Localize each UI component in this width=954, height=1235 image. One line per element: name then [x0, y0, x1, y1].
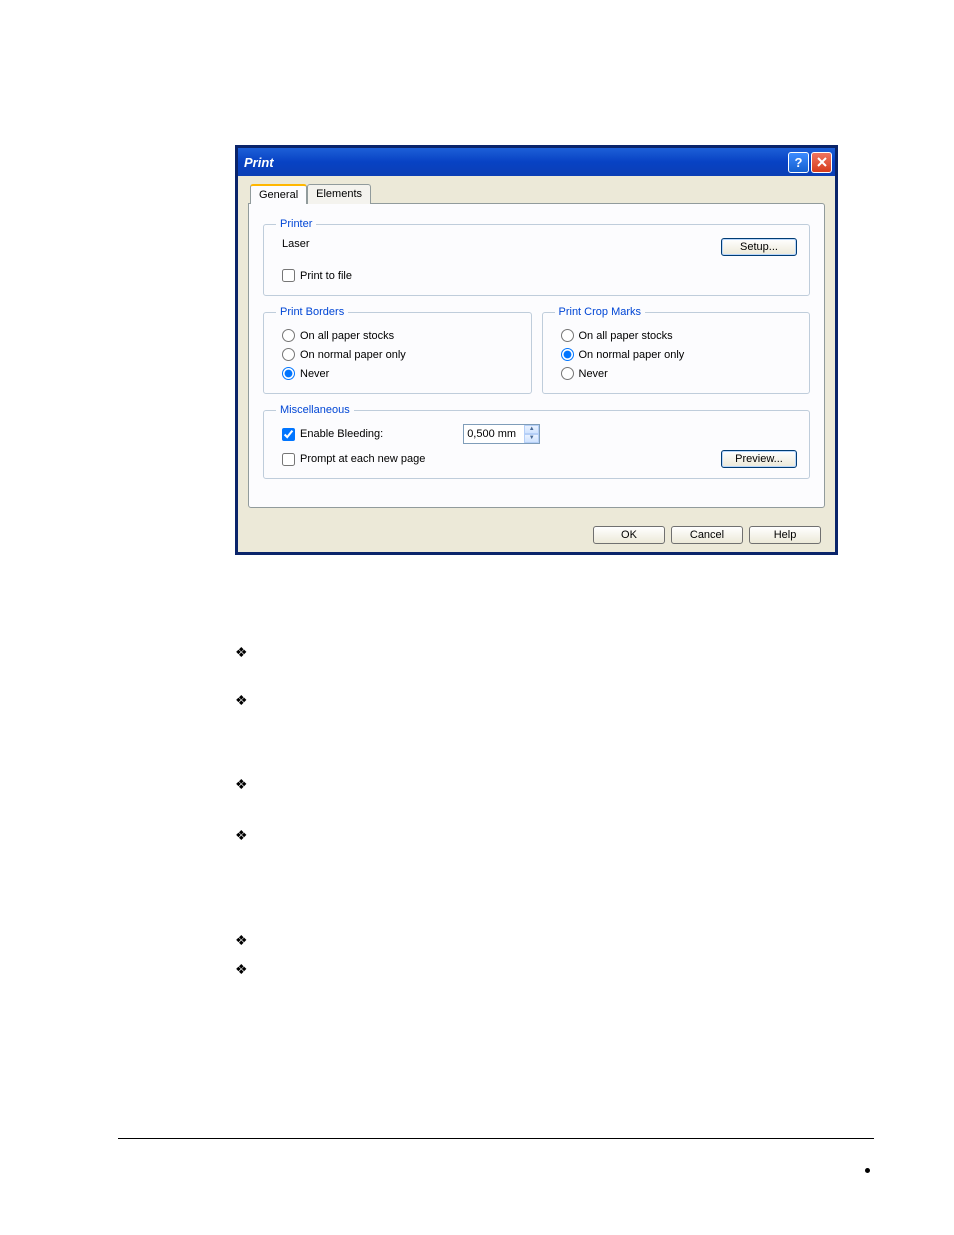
bleed-input[interactable] — [464, 428, 524, 440]
misc-group: Miscellaneous Enable Bleeding: ▲ ▼ — [263, 404, 810, 479]
printer-group: Printer Laser Setup... Print to file — [263, 218, 810, 296]
close-icon — [817, 157, 827, 167]
tab-general[interactable]: General — [250, 184, 307, 204]
bullet-icon: ❖ — [235, 644, 255, 661]
printer-name: Laser — [282, 238, 310, 250]
borders-radio-normal-input[interactable] — [282, 348, 295, 361]
borders-radio-never[interactable]: Never — [276, 364, 519, 383]
tab-panel-general: Printer Laser Setup... Print to file Pri… — [248, 203, 825, 508]
bleed-spinner[interactable]: ▲ ▼ — [463, 424, 540, 444]
enable-bleeding-row[interactable]: Enable Bleeding: — [282, 428, 383, 441]
print-to-file-checkbox[interactable] — [282, 269, 295, 282]
footer-divider — [118, 1138, 874, 1139]
bullet-icon: ❖ — [235, 692, 255, 709]
dialog-body: General Elements Printer Laser Setup... … — [238, 176, 835, 518]
borders-radio-all[interactable]: On all paper stocks — [276, 326, 519, 345]
print-to-file-row[interactable]: Print to file — [276, 266, 797, 285]
borders-radio-never-input[interactable] — [282, 367, 295, 380]
bullet-icon: ❖ — [235, 827, 255, 844]
print-to-file-label: Print to file — [300, 270, 352, 282]
footer-dot-icon — [865, 1168, 870, 1173]
enable-bleeding-label: Enable Bleeding: — [300, 428, 383, 440]
crop-radio-never-input[interactable] — [561, 367, 574, 380]
ok-button[interactable]: OK — [593, 526, 665, 544]
tab-bar: General Elements — [248, 184, 825, 204]
setup-button[interactable]: Setup... — [721, 238, 797, 256]
borders-radio-normal[interactable]: On normal paper only — [276, 345, 519, 364]
prompt-checkbox[interactable] — [282, 453, 295, 466]
prompt-label: Prompt at each new page — [300, 453, 425, 465]
dialog-button-row: OK Cancel Help — [238, 518, 835, 552]
cancel-button[interactable]: Cancel — [671, 526, 743, 544]
bullet-icon: ❖ — [235, 961, 255, 978]
print-crop-legend: Print Crop Marks — [555, 306, 646, 318]
print-dialog: Print ? General Elements Printer Laser S… — [235, 145, 838, 555]
close-title-button[interactable] — [811, 152, 832, 173]
printer-legend: Printer — [276, 218, 316, 230]
crop-radio-all[interactable]: On all paper stocks — [555, 326, 798, 345]
prompt-row[interactable]: Prompt at each new page — [282, 453, 425, 466]
borders-radio-all-input[interactable] — [282, 329, 295, 342]
titlebar: Print ? — [238, 148, 835, 176]
help-button[interactable]: Help — [749, 526, 821, 544]
enable-bleeding-checkbox[interactable] — [282, 428, 295, 441]
print-borders-group: Print Borders On all paper stocks On nor… — [263, 306, 532, 394]
crop-radio-normal-input[interactable] — [561, 348, 574, 361]
crop-radio-normal[interactable]: On normal paper only — [555, 345, 798, 364]
spinner-up-icon[interactable]: ▲ — [524, 425, 539, 434]
preview-button[interactable]: Preview... — [721, 450, 797, 468]
bullet-icon: ❖ — [235, 932, 255, 949]
print-crop-group: Print Crop Marks On all paper stocks On … — [542, 306, 811, 394]
bleed-spinner-buttons: ▲ ▼ — [524, 425, 539, 443]
crop-radio-all-input[interactable] — [561, 329, 574, 342]
print-borders-legend: Print Borders — [276, 306, 348, 318]
help-title-button[interactable]: ? — [788, 152, 809, 173]
tab-elements[interactable]: Elements — [307, 184, 371, 204]
crop-radio-never[interactable]: Never — [555, 364, 798, 383]
dialog-title: Print — [244, 155, 786, 170]
bullet-icon: ❖ — [235, 776, 255, 793]
spinner-down-icon[interactable]: ▼ — [524, 434, 539, 443]
misc-legend: Miscellaneous — [276, 404, 354, 416]
